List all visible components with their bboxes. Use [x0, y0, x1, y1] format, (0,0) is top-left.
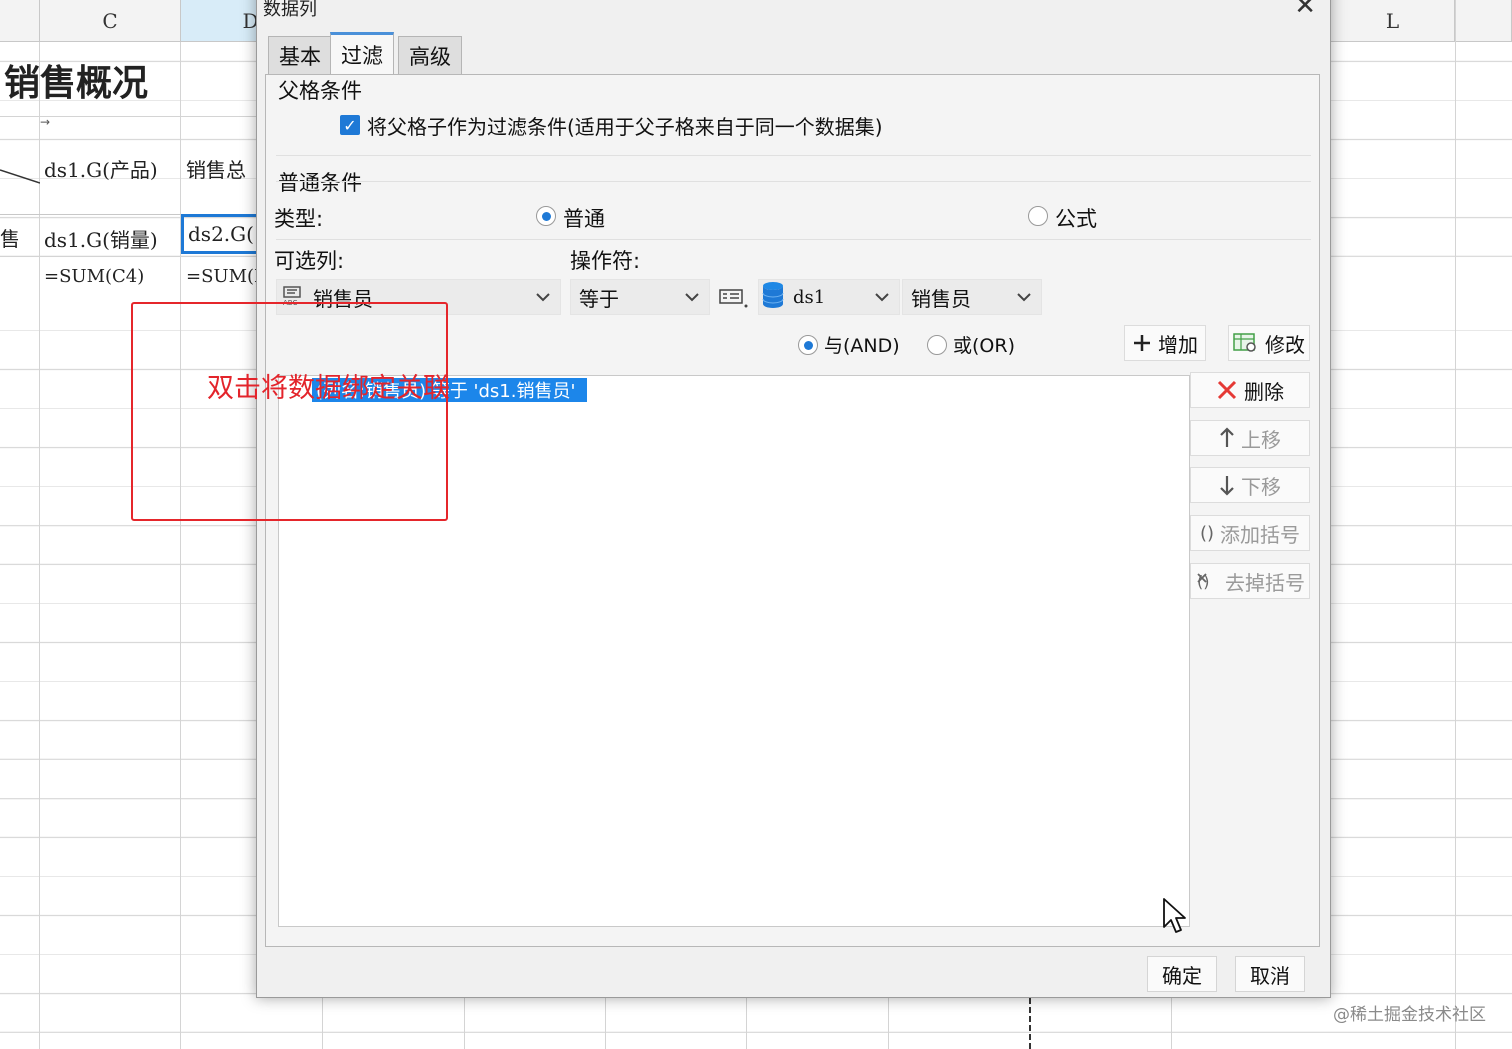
column-header-b[interactable] [0, 0, 40, 42]
svg-text:ABC: ABC [283, 299, 297, 307]
condition-list[interactable]: (列名:销售员) 等于 'ds1.销售员' [278, 375, 1190, 927]
operator-select-value: 等于 [579, 286, 619, 311]
radio-formula[interactable] [1028, 206, 1048, 226]
annotation-text: 双击将数据绑定关联 [207, 373, 450, 404]
radio-normal[interactable] [536, 206, 556, 226]
radio-or-label: 或(OR) [953, 335, 1015, 357]
dataset-select[interactable]: ds1 [758, 279, 900, 315]
chevron-down-icon [865, 280, 899, 314]
type-label: 类型: [274, 207, 324, 231]
watermark: @稀土掘金技术社区 [1333, 1005, 1486, 1025]
radio-and[interactable] [798, 335, 818, 355]
parent-filter-checkbox[interactable]: ✓ [340, 115, 360, 135]
edit-table-icon [1233, 332, 1259, 354]
chevron-down-icon [526, 280, 560, 314]
diagonal-header-line [0, 169, 40, 184]
column-header-m[interactable] [1455, 0, 1512, 42]
move-down-button-label: 下移 [1241, 474, 1281, 499]
normal-condition-label: 普通条件 [278, 171, 362, 195]
cell-b4[interactable]: 售 [0, 218, 20, 256]
modify-button-label: 修改 [1265, 332, 1305, 357]
chevron-down-icon [1007, 280, 1041, 314]
remove-bracket-button-label: 去掉括号 [1225, 570, 1305, 595]
add-bracket-button-label: 添加括号 [1220, 522, 1301, 547]
cell-d3[interactable]: 销售总 [186, 148, 258, 188]
radio-or[interactable] [927, 335, 947, 355]
delete-button[interactable]: 删除 [1190, 372, 1310, 408]
operator-select[interactable]: 等于 [570, 279, 710, 315]
dialog-title: 数据列 [263, 0, 317, 20]
cell-c4[interactable]: ds1.G(销量) [44, 218, 158, 258]
column-field-icon: ABC [277, 283, 305, 312]
arrow-down-icon [1219, 474, 1235, 496]
tab-filter[interactable]: 过滤 [330, 32, 394, 75]
column-select[interactable]: ABC 销售员 [276, 279, 561, 315]
parent-filter-checkbox-label: 将父格子作为过滤条件(适用于父子格来自于同一个数据集) [367, 115, 883, 139]
ok-button[interactable]: 确定 [1147, 956, 1217, 992]
sheet-title[interactable]: 销售概况 [4, 52, 148, 108]
bracket-icon: () [1199, 522, 1215, 544]
add-bracket-button[interactable]: () 添加括号 [1190, 515, 1310, 551]
arrow-up-icon [1219, 427, 1235, 449]
tab-basic[interactable]: 基本 [268, 36, 332, 74]
chevron-down-icon [675, 280, 709, 314]
modify-button[interactable]: 修改 [1228, 325, 1310, 361]
radio-and-label: 与(AND) [824, 335, 900, 357]
cancel-button[interactable]: 取消 [1235, 956, 1305, 992]
column-select-value: 销售员 [313, 286, 373, 311]
cell-d5[interactable]: =SUM(D [186, 258, 258, 294]
expand-arrow-icon: → [40, 115, 51, 129]
parent-condition-label: 父格条件 [278, 79, 362, 103]
remove-bracket-icon: () [1195, 570, 1219, 592]
column-header-d[interactable]: D [181, 0, 261, 42]
add-button-label: 增加 [1158, 332, 1198, 357]
available-column-label: 可选列: [274, 249, 345, 273]
database-icon [759, 281, 785, 314]
dataset-select-value: ds1 [793, 286, 826, 308]
radio-formula-label: 公式 [1055, 207, 1097, 231]
cell-c5[interactable]: =SUM(C4) [44, 258, 144, 294]
delete-button-label: 删除 [1244, 379, 1284, 404]
tab-advanced[interactable]: 高级 [398, 36, 462, 74]
cell-c3[interactable]: ds1.G(产品) [44, 148, 158, 188]
data-column-dialog: 数据列 ✕ 基本 过滤 高级 父格条件 ✓ 将父格子作为过滤条件(适用于父子格来… [256, 0, 1331, 998]
column-header-c[interactable]: C [40, 0, 181, 42]
delete-x-icon [1216, 379, 1238, 401]
filter-panel: 父格条件 ✓ 将父格子作为过滤条件(适用于父子格来自于同一个数据集) 普通条件 … [265, 74, 1320, 947]
radio-normal-label: 普通 [563, 207, 605, 231]
close-icon[interactable]: ✕ [1294, 0, 1316, 19]
operator-label: 操作符: [570, 249, 641, 273]
cell-d4-selected[interactable]: ds2.G( [181, 214, 261, 254]
column-header-l[interactable]: L [1331, 0, 1455, 42]
value-type-icon[interactable] [719, 287, 749, 313]
move-down-button[interactable]: 下移 [1190, 467, 1310, 503]
field-select[interactable]: 销售员 [902, 279, 1042, 315]
plus-icon [1132, 333, 1152, 353]
add-button[interactable]: 增加 [1124, 325, 1206, 361]
move-up-button-label: 上移 [1241, 427, 1281, 452]
field-select-value: 销售员 [911, 286, 971, 311]
remove-bracket-button[interactable]: () 去掉括号 [1190, 563, 1310, 599]
mouse-cursor-icon [1162, 897, 1186, 939]
move-up-button[interactable]: 上移 [1190, 420, 1310, 456]
